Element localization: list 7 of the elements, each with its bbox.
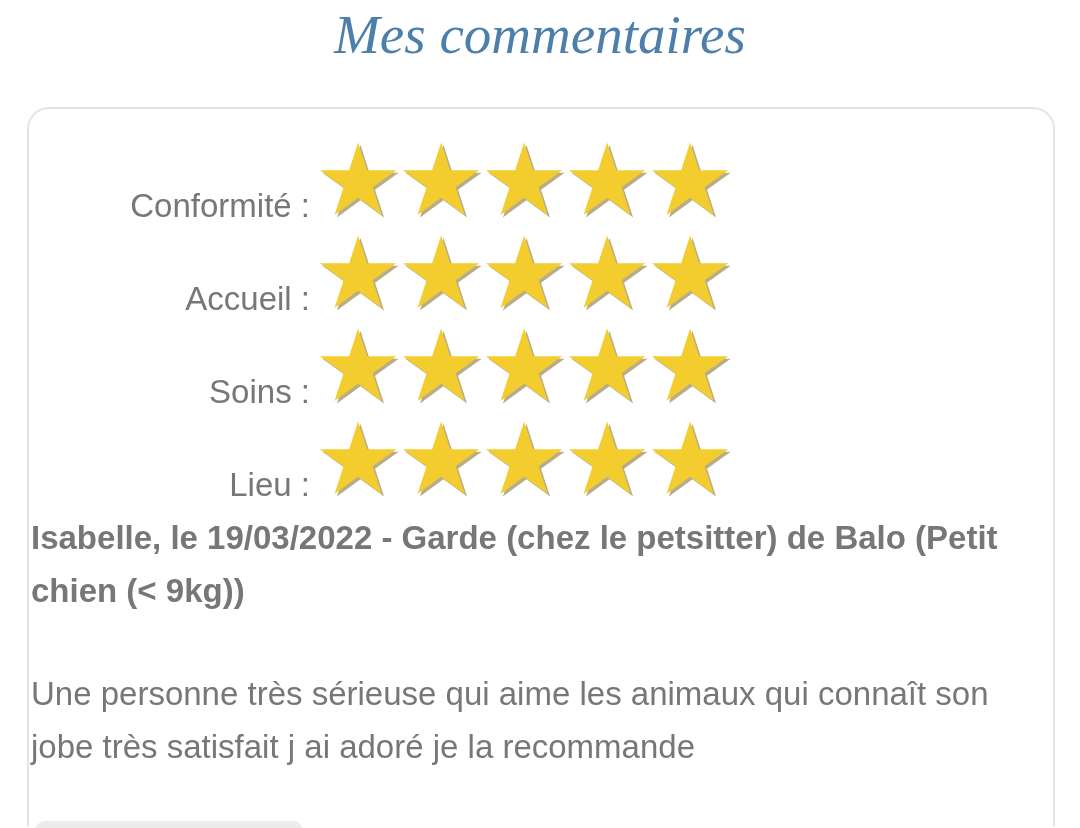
review-heading: Isabelle, le 19/03/2022 - Garde (chez le petsitter) de Balo (Petit chien (< 9kg))	[31, 518, 999, 611]
rating-label: Lieu :	[229, 466, 310, 504]
rating-label: Soins :	[209, 373, 310, 411]
review-comment: Une personne très sérieuse qui aime les animaux qui connaît son jobe très satisfait j ai adoré je la recommande	[31, 674, 990, 767]
rating-label: Accueil :	[185, 280, 310, 318]
page-title: Mes commentaires	[334, 3, 746, 67]
rating-label: Conformité :	[130, 187, 310, 225]
